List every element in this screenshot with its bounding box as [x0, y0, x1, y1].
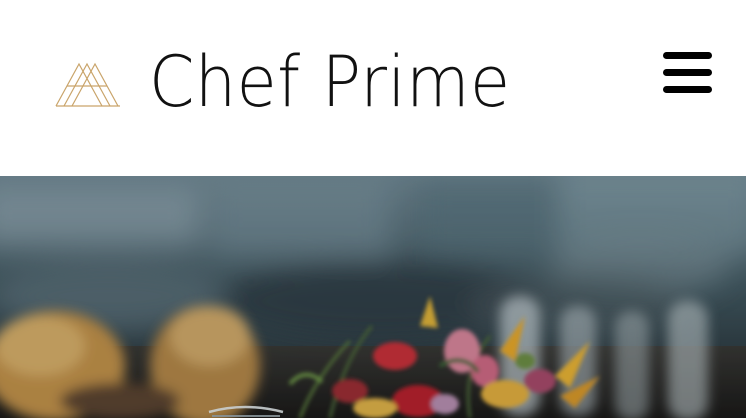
brand-name: Chef Prime — [149, 41, 511, 123]
brand-logo-link[interactable]: Chef Prime — [55, 40, 510, 130]
hero-banner — [0, 176, 746, 418]
menu-bar — [663, 86, 712, 93]
menu-bar — [663, 69, 712, 76]
site-header: Chef Prime — [0, 0, 746, 176]
hamburger-menu-button[interactable] — [660, 49, 714, 99]
restaurant-table-flowers-photo — [0, 176, 746, 418]
triangle-mountains-icon — [55, 60, 121, 108]
menu-bar — [663, 52, 712, 59]
